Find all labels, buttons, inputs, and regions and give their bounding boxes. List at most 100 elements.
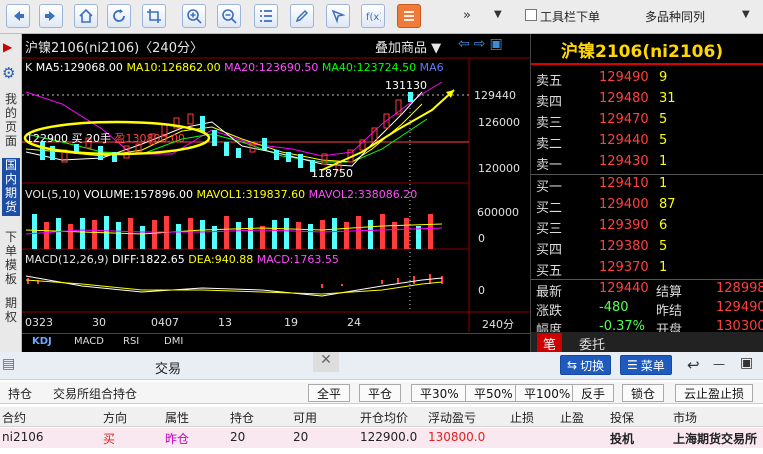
column-header[interactable]: 开仓均价 (360, 409, 408, 426)
tab-macd[interactable]: MACD (74, 336, 104, 347)
column-header[interactable]: 可用 (293, 409, 317, 426)
chevron-down-icon[interactable]: ▼ (742, 9, 750, 20)
tab-kdj[interactable]: KDJ (32, 336, 52, 347)
quote-row[interactable]: 买二 129400 87 (531, 195, 763, 216)
date-label: 0323 (25, 316, 53, 329)
tab-orders[interactable]: 委托 (573, 333, 611, 352)
zoom-in-icon[interactable] (182, 4, 206, 28)
close-100-button[interactable]: 平100% (515, 384, 580, 402)
quote-label: 买五 (536, 264, 563, 279)
draw-tool-icon[interactable] (326, 4, 350, 28)
multi-variety-select[interactable]: 多品种同列 (645, 8, 705, 25)
quote-volume: 6 (659, 218, 668, 233)
quote-row[interactable]: 卖三 129470 5 (531, 110, 763, 131)
quote-row[interactable]: 卖二 129440 5 (531, 131, 763, 152)
column-header[interactable]: 止盈 (560, 409, 584, 426)
table-cell: 买 (103, 432, 116, 446)
quote-price: 129400 (599, 197, 649, 212)
volume-tick: 0 (478, 232, 485, 245)
close-all-button[interactable]: 全平 (308, 384, 351, 402)
price-tick: 129440 (474, 89, 516, 102)
more-tools-icon[interactable]: » (463, 8, 471, 23)
quote-panel: 沪镍2106(ni2106) 卖五 129490 9 卖四 129480 31 卖三 1294… (530, 34, 763, 352)
close-icon[interactable]: ✕ (313, 352, 339, 372)
table-cell: 20 (230, 430, 246, 444)
forward-arrow-icon[interactable] (39, 4, 63, 28)
quote-price: 129440 (599, 133, 649, 148)
quote-label: 买三 (536, 222, 563, 237)
nav-my-page[interactable]: 我的页面 (2, 92, 20, 150)
close-50-button[interactable]: 平50% (465, 384, 522, 402)
reverse-button[interactable]: 反手 (572, 384, 615, 402)
tab-ticks[interactable]: 笔 (537, 333, 563, 352)
column-header[interactable]: 合约 (2, 409, 26, 426)
toolbar: f(x) » ▼ 工具栏下单 多品种同列 ▼ (0, 0, 763, 34)
quote-row[interactable]: 卖一 129430 1 (531, 152, 763, 173)
table-row[interactable]: ni2106 买 昨仓 20 20 122900.0 130800.0 投机 上海期货交易所 (0, 428, 763, 448)
column-header[interactable]: 持仓 (230, 409, 254, 426)
table-cell: 投机 (610, 432, 635, 446)
zoom-out-icon[interactable] (217, 4, 241, 28)
quote-title: 沪镍2106(ni2106) (561, 42, 724, 62)
period-label: 240分 (482, 318, 514, 331)
quote-label: 卖二 (536, 137, 563, 152)
minimize-icon[interactable]: — (713, 357, 725, 371)
quote-price: 129370 (599, 260, 649, 275)
quote-row[interactable]: 买四 129380 5 (531, 237, 763, 258)
column-header[interactable]: 浮动盈亏 (428, 409, 476, 426)
indicator-tabs: KDJ MACD RSI DMI (22, 333, 530, 352)
lock-button[interactable]: 锁仓 (622, 384, 665, 402)
quote-row[interactable]: 买一 129410 1 (531, 174, 763, 195)
quote-volume: 1 (659, 176, 668, 191)
quote-row[interactable]: 卖五 129490 9 (531, 68, 763, 89)
close-position-button[interactable]: 平仓 (359, 384, 402, 402)
left-nav: ▶ ⚙ 我的页面 国内期货 下单模板 期权 (0, 34, 22, 352)
table-cell: ni2106 (2, 430, 44, 444)
column-header[interactable]: 投保 (610, 409, 634, 426)
column-header[interactable]: 属性 (165, 409, 189, 426)
menu-button[interactable]: ☰ 菜单 (620, 355, 672, 375)
menu-list-icon[interactable] (397, 4, 421, 28)
date-label: 19 (284, 316, 298, 329)
home-icon[interactable] (74, 4, 98, 28)
back-arrow-icon[interactable] (6, 4, 30, 28)
quote-volume: 9 (659, 70, 668, 85)
menu-icon: ☰ (627, 358, 638, 372)
gear-icon[interactable]: ⚙ (2, 64, 15, 82)
column-header[interactable]: 止损 (510, 409, 534, 426)
close-30-button[interactable]: 平30% (411, 384, 468, 402)
refresh-icon[interactable] (107, 4, 131, 28)
quote-volume: 5 (659, 133, 668, 148)
back-icon[interactable]: ↩ (687, 356, 700, 374)
table-cell: 122900.0 (360, 430, 418, 444)
tab-positions[interactable]: 持仓 (8, 385, 32, 402)
quote-price: 129480 (599, 91, 649, 106)
toolbar-order-label: 工具栏下单 (540, 10, 601, 24)
date-label: 30 (92, 316, 106, 329)
nav-options[interactable]: 期权 (2, 296, 20, 336)
more-dropdown-icon[interactable]: ▼ (494, 9, 502, 20)
cloud-stop-button[interactable]: 云止盈止损 (675, 384, 754, 402)
grid-list-icon[interactable] (254, 4, 278, 28)
crop-icon[interactable] (142, 4, 166, 28)
tab-dmi[interactable]: DMI (164, 336, 183, 347)
toolbar-order-checkbox[interactable] (525, 9, 537, 21)
column-header[interactable]: 市场 (673, 409, 697, 426)
tab-rsi[interactable]: RSI (123, 336, 139, 347)
kline-chart[interactable]: 沪镍2106(ni2106)〈240分〉 叠加商品 ▼ ⇦⇨▣ K MA5:12… (22, 34, 530, 352)
quote-row[interactable]: 买五 129370 1 (531, 258, 763, 279)
formula-icon[interactable]: f(x) (361, 4, 385, 28)
quote-row[interactable]: 卖四 129480 31 (531, 89, 763, 110)
macd-tick: 0 (478, 284, 485, 297)
quote-row[interactable]: 买三 129390 6 (531, 216, 763, 237)
tab-exchange-combo[interactable]: 交易所组合持仓 (53, 385, 137, 402)
nav-order-template[interactable]: 下单模板 (2, 230, 20, 288)
pen-icon[interactable] (290, 4, 314, 28)
nav-domestic-futures[interactable]: 国内期货 (2, 158, 20, 216)
collapse-arrow-icon[interactable]: ▶ (3, 40, 12, 54)
column-header[interactable]: 方向 (103, 409, 127, 426)
switch-button[interactable]: ⇆ 切换 (560, 355, 612, 375)
position-tabs: 持仓 交易所组合持仓 全平 平仓 平30% 平50% 平100% 反手 锁仓 云… (0, 382, 763, 404)
quote-volume: 1 (659, 260, 668, 275)
dock-icon[interactable]: ▣ (740, 355, 753, 371)
